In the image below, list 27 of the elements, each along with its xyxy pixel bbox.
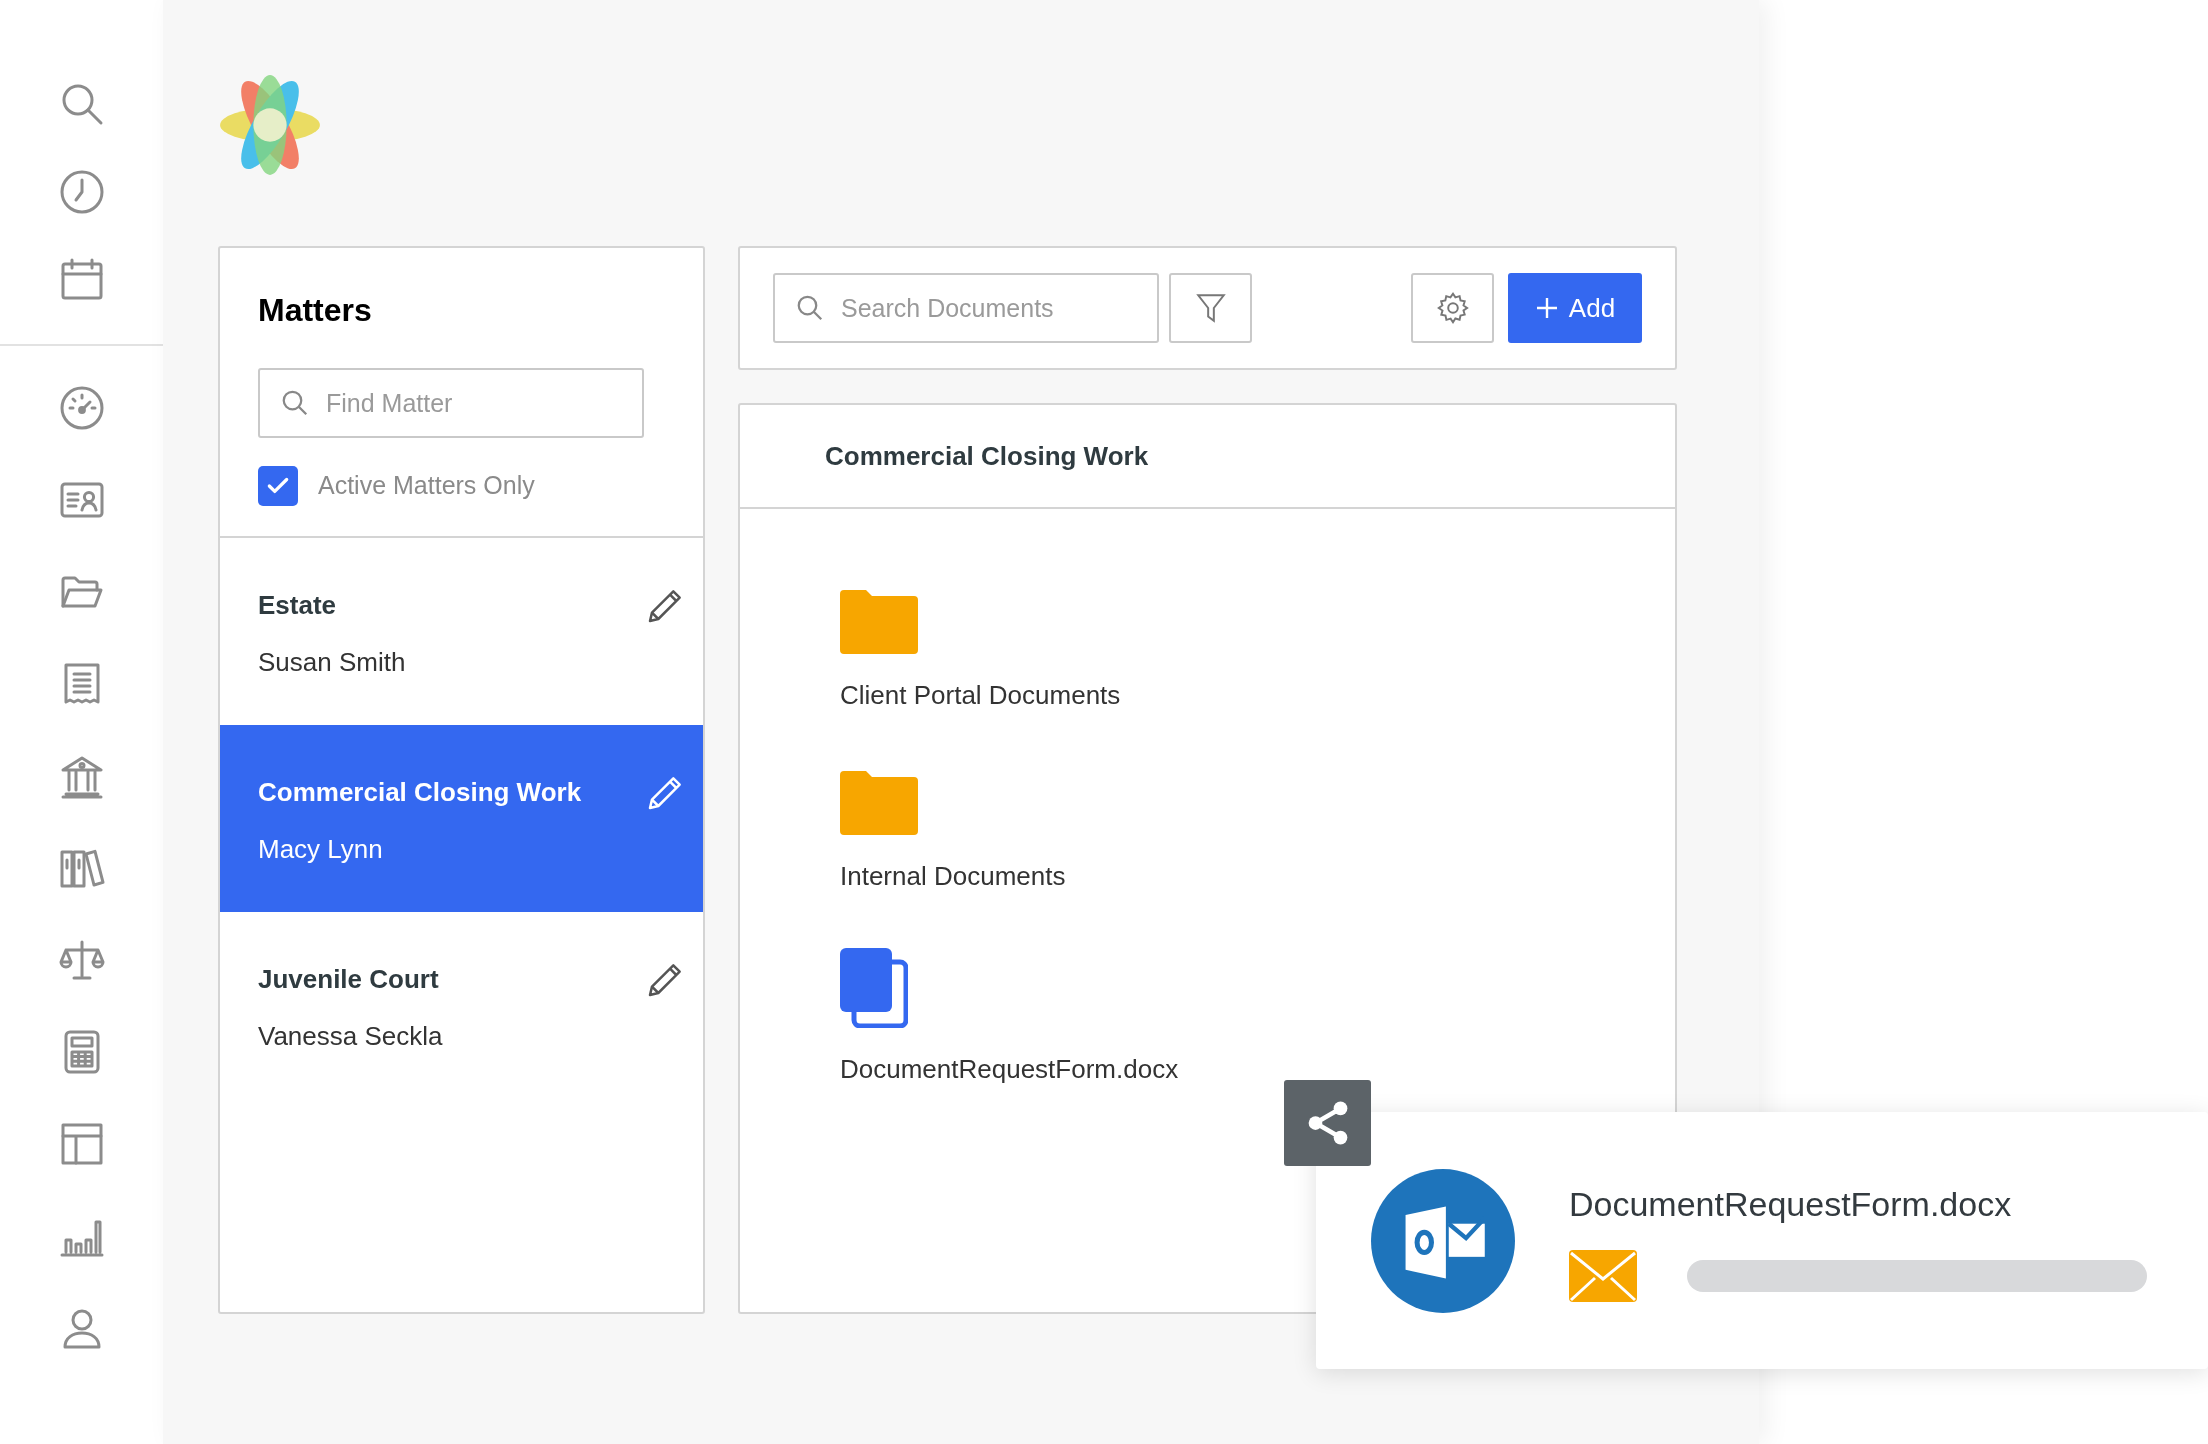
plus-icon bbox=[1534, 296, 1559, 320]
checkbox-label: Active Matters Only bbox=[318, 470, 535, 502]
matter-item[interactable]: Commercial Closing Work Macy Lynn bbox=[220, 725, 703, 912]
find-matter-field[interactable]: Find Matter bbox=[258, 368, 644, 438]
search-icon bbox=[280, 388, 310, 418]
mail-app-icon bbox=[1371, 1168, 1515, 1313]
matter-title: Estate bbox=[258, 589, 338, 622]
search-documents-field[interactable]: Search Documents bbox=[773, 273, 1159, 343]
folder-title: Commercial Closing Work bbox=[825, 439, 1149, 473]
filter-button[interactable] bbox=[1169, 273, 1252, 343]
matter-client: Susan Smith bbox=[258, 646, 406, 679]
file-name: DocumentRequestForm.docx bbox=[1569, 1184, 2013, 1225]
search-icon bbox=[795, 293, 825, 323]
panel-title: Matters bbox=[258, 291, 373, 330]
share-button[interactable] bbox=[1284, 1080, 1371, 1166]
file-name[interactable]: DocumentRequestForm.docx bbox=[840, 1050, 1575, 1089]
matter-title: Commercial Closing Work bbox=[258, 776, 582, 809]
matter-client: Macy Lynn bbox=[258, 833, 384, 866]
document-icon[interactable] bbox=[840, 948, 908, 1028]
envelope-icon bbox=[1569, 1250, 1637, 1302]
folder-name[interactable]: Client Portal Documents bbox=[840, 676, 1575, 715]
checkbox[interactable] bbox=[258, 466, 298, 506]
settings-button[interactable] bbox=[1411, 273, 1494, 343]
matter-client: Vanessa Seckla bbox=[258, 1020, 443, 1053]
folder-name[interactable]: Internal Documents bbox=[840, 857, 1575, 896]
matter-title: Juvenile Court bbox=[258, 963, 440, 996]
add-button[interactable]: Add bbox=[1508, 273, 1642, 343]
